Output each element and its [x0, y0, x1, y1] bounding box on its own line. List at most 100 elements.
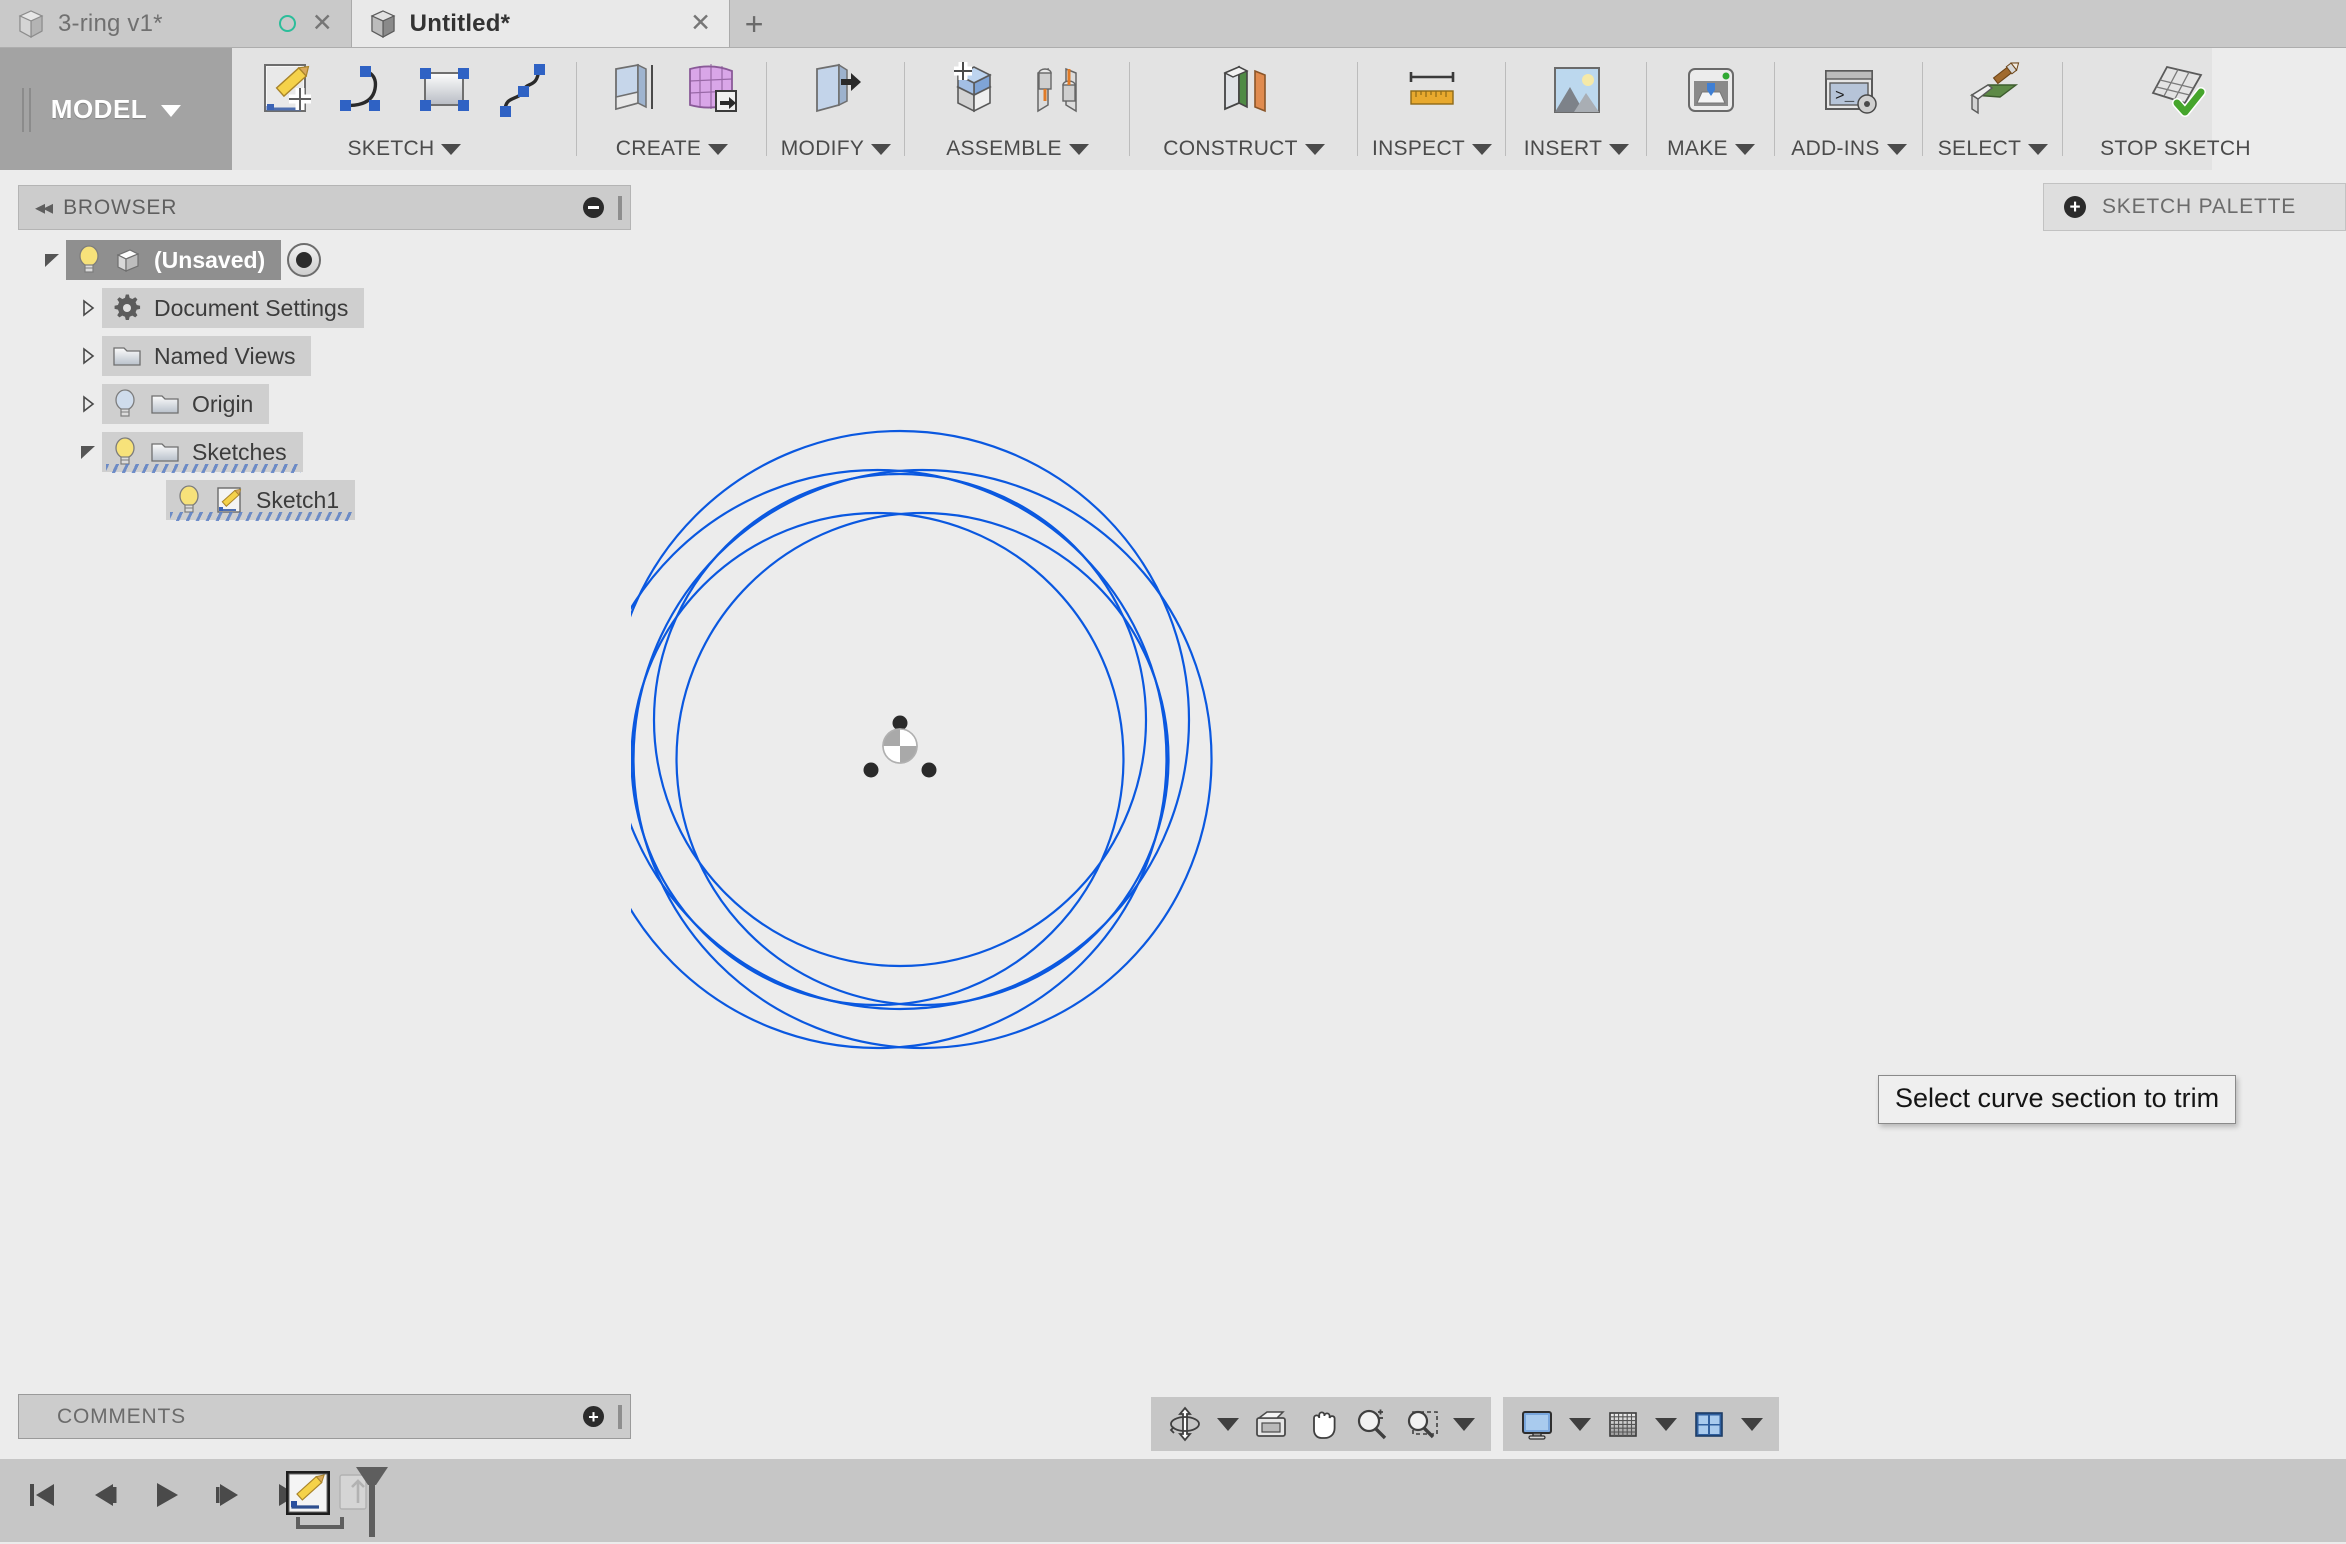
chevron-down-icon[interactable] [1453, 1417, 1475, 1431]
step-back-icon[interactable] [80, 1471, 128, 1519]
sketch-circle[interactable] [632, 468, 1213, 1050]
lightbulb-on-icon[interactable] [176, 484, 202, 516]
panel-label-modify[interactable]: MODIFY [767, 134, 905, 164]
new-component-icon[interactable] [940, 50, 1018, 130]
sketch-canvas[interactable]: Select curve section to trim [631, 170, 2346, 1385]
sketch-geometry[interactable] [631, 170, 2346, 1385]
origin-and-points [863, 715, 937, 778]
panel-label-assemble[interactable]: ASSEMBLE [905, 134, 1130, 164]
collapse-arrow-icon[interactable] [74, 390, 102, 418]
sketch-circle[interactable] [675, 511, 1170, 1007]
navbar-group-display [1503, 1397, 1779, 1451]
tab-3-ring[interactable]: 3-ring v1* ✕ [0, 0, 352, 47]
orbit-icon[interactable] [1161, 1401, 1209, 1447]
chevron-down-icon [2028, 143, 2049, 155]
chevron-down-icon [1304, 143, 1325, 155]
svg-text:>_: >_ [1835, 87, 1855, 105]
collapse-arrow-icon[interactable] [74, 294, 102, 322]
insert-image-icon[interactable] [1538, 50, 1616, 130]
3d-print-icon[interactable] [1672, 50, 1750, 130]
play-icon[interactable] [142, 1471, 190, 1519]
tab-untitled[interactable]: Untitled* ✕ [351, 0, 731, 47]
collapse-arrow-icon[interactable] [74, 342, 102, 370]
tree-row-sketch1[interactable]: Sketch1 [18, 476, 631, 524]
tree-item-sketches[interactable]: Sketches [102, 432, 303, 473]
measure-icon[interactable] [1393, 50, 1471, 130]
extrude-icon[interactable] [594, 50, 672, 130]
tab-bar-filler [778, 0, 2346, 47]
look-at-icon[interactable] [1247, 1401, 1295, 1447]
folder-icon [151, 443, 179, 462]
zoom-icon[interactable] [1347, 1401, 1395, 1447]
browser-tree: (Unsaved) Document Settings Named Views … [18, 236, 631, 524]
lightbulb-on-icon[interactable] [76, 244, 102, 276]
tree-item-unsaved[interactable]: (Unsaved) [66, 240, 282, 280]
double-chevron-left-icon[interactable]: ◂◂ [19, 195, 63, 220]
workspace-switcher-button[interactable]: MODEL [0, 48, 232, 170]
expand-arrow-icon[interactable] [74, 438, 102, 466]
panel-label-create[interactable]: CREATE [577, 134, 767, 164]
revolve-icon[interactable] [672, 50, 750, 130]
viewports-icon[interactable] [1685, 1401, 1733, 1447]
display-settings-icon[interactable] [1513, 1401, 1561, 1447]
zoom-window-icon[interactable] [1397, 1401, 1445, 1447]
stop-sketch-icon[interactable] [2137, 50, 2215, 130]
panel-label-make[interactable]: MAKE [1647, 134, 1775, 164]
close-icon[interactable]: ✕ [310, 11, 335, 36]
lightbulb-off-icon[interactable] [112, 388, 138, 420]
scripts-addins-icon[interactable]: >_ [1810, 50, 1888, 130]
sketch-circle[interactable] [631, 511, 1125, 1007]
tree-item-origin[interactable]: Origin [102, 384, 270, 424]
tree-row-origin[interactable]: Origin [18, 380, 631, 428]
step-forward-icon[interactable] [204, 1471, 252, 1519]
timeline-marker-icon[interactable] [352, 1465, 392, 1539]
construction-point[interactable] [921, 762, 937, 778]
tree-row-sketches[interactable]: Sketches [18, 428, 631, 476]
new-tab-button[interactable]: + [730, 0, 778, 47]
line-icon[interactable] [327, 50, 405, 130]
chevron-down-icon[interactable] [1217, 1417, 1239, 1431]
pan-icon[interactable] [1297, 1401, 1345, 1447]
origin-point-icon[interactable] [882, 728, 918, 764]
plus-circle-icon[interactable]: + [583, 1406, 604, 1427]
chevron-down-icon[interactable] [1569, 1417, 1591, 1431]
tree-item-label: Document Settings [154, 294, 349, 321]
radio-marker-icon[interactable] [287, 243, 322, 277]
ribbon-grip [22, 88, 31, 132]
grid-snaps-icon[interactable] [1599, 1401, 1647, 1447]
skip-to-start-icon[interactable] [18, 1471, 66, 1519]
panel-label-addins[interactable]: ADD-INS [1775, 134, 1923, 164]
panel-label-stop-sketch[interactable]: STOP SKETCH [2063, 134, 2288, 164]
panel-label-construct[interactable]: CONSTRUCT [1130, 134, 1358, 164]
close-icon[interactable]: ✕ [688, 11, 713, 36]
spline-icon[interactable] [483, 50, 561, 130]
expand-arrow-icon[interactable] [38, 246, 66, 274]
panel-title: SELECT [1937, 137, 2022, 160]
offset-plane-icon[interactable] [1205, 50, 1283, 130]
create-sketch-icon[interactable] [249, 50, 327, 130]
tree-row-unsaved[interactable]: (Unsaved) [18, 236, 631, 284]
tree-item-sketch1[interactable]: Sketch1 [166, 480, 356, 521]
joint-icon[interactable] [1018, 50, 1096, 130]
tree-row-document-settings[interactable]: Document Settings [18, 284, 631, 332]
panel-resize-grip[interactable] [618, 195, 622, 220]
timeline-controls [18, 1471, 314, 1519]
select-paint-icon[interactable] [1954, 50, 2032, 130]
rectangle-icon[interactable] [405, 50, 483, 130]
panel-title: MODIFY [780, 137, 865, 160]
tree-row-named-views[interactable]: Named Views [18, 332, 631, 380]
panel-label-select[interactable]: SELECT [1923, 134, 2063, 164]
chevron-down-icon[interactable] [1655, 1417, 1677, 1431]
panel-label-inspect[interactable]: INSPECT [1358, 134, 1506, 164]
press-pull-icon[interactable] [797, 50, 875, 130]
panel-assemble: ASSEMBLE [905, 48, 1130, 170]
panel-label-insert[interactable]: INSERT [1506, 134, 1647, 164]
minimize-icon[interactable] [583, 197, 604, 218]
construction-point[interactable] [863, 762, 879, 778]
panel-resize-grip[interactable] [618, 1404, 622, 1429]
tree-item-named-views[interactable]: Named Views [102, 336, 312, 376]
lightbulb-on-icon[interactable] [112, 436, 138, 468]
chevron-down-icon[interactable] [1741, 1417, 1763, 1431]
panel-label-sketch[interactable]: SKETCH [232, 134, 577, 164]
tree-item-document-settings[interactable]: Document Settings [102, 288, 365, 328]
